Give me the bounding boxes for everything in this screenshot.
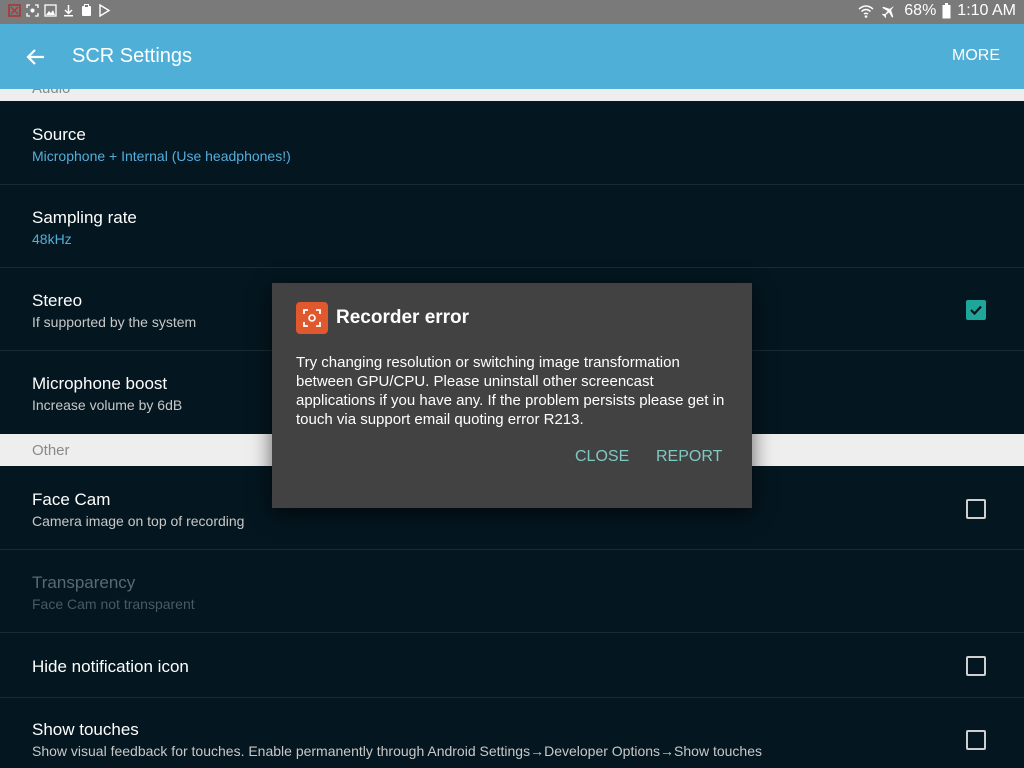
setting-sampling-rate[interactable]: Sampling rate 48kHz [0, 185, 1024, 268]
setting-title: Transparency [32, 573, 136, 592]
setting-hide-notification-icon[interactable]: Hide notification icon [0, 633, 1024, 698]
clock: 1:10 AM [957, 2, 1016, 19]
show-touches-checkbox[interactable] [966, 730, 986, 750]
face-cam-checkbox[interactable] [966, 499, 986, 519]
section-header-audio: Audio [0, 89, 1024, 101]
setting-source[interactable]: Source Microphone + Internal (Use headph… [0, 101, 1024, 185]
dialog-title: Recorder error [336, 307, 470, 328]
more-button[interactable]: MORE [952, 47, 1000, 65]
battery-icon [942, 3, 951, 19]
setting-title: Stereo [32, 291, 83, 310]
download-icon [64, 5, 73, 17]
status-right: 68% 1:10 AM [858, 2, 1016, 20]
battery-percent: 68% [904, 2, 937, 19]
setting-summary: If supported by the system [32, 314, 197, 330]
setting-summary: Microphone + Internal (Use headphones!) [32, 148, 291, 164]
stereo-checkbox[interactable] [966, 300, 986, 320]
report-button[interactable]: REPORT [656, 448, 722, 466]
setting-title: Show touches [32, 720, 139, 739]
app-logo-icon [296, 302, 328, 334]
back-arrow-icon[interactable] [24, 44, 50, 70]
setting-show-touches[interactable]: Show touches Show visual feedback for to… [0, 698, 1024, 768]
dialog-message: Try changing resolution or switching ima… [296, 354, 725, 428]
setting-summary: Face Cam not transparent [32, 596, 195, 612]
setting-summary: Camera image on top of recording [32, 513, 245, 529]
setting-title: Microphone boost [32, 374, 168, 393]
hide-notification-checkbox[interactable] [966, 656, 986, 676]
recorder-error-dialog: Recorder error Try changing resolution o… [272, 283, 752, 508]
screenshot-icon [26, 4, 39, 17]
app-bar: SCR Settings MORE [0, 24, 1024, 89]
status-left-icons [8, 4, 111, 17]
setting-summary: Increase volume by 6dB [32, 397, 183, 413]
checkmark-icon [970, 305, 982, 316]
clipboard-icon [82, 4, 91, 16]
notification-icon [8, 4, 21, 17]
setting-title: Hide notification icon [32, 657, 189, 676]
setting-transparency: Transparency Face Cam not transparent [0, 550, 1024, 633]
setting-title: Sampling rate [32, 208, 137, 227]
setting-summary: 48kHz [32, 231, 72, 247]
image-icon [44, 4, 57, 17]
play-store-icon [99, 4, 111, 17]
page-title: SCR Settings [72, 45, 193, 67]
setting-summary: Show visual feedback for touches. Enable… [32, 743, 762, 759]
wifi-icon [858, 5, 874, 18]
setting-title: Source [32, 125, 86, 144]
close-button[interactable]: CLOSE [575, 448, 629, 466]
status-bar: 68% 1:10 AM [0, 0, 1024, 24]
setting-title: Face Cam [32, 490, 111, 509]
airplane-icon [882, 6, 895, 19]
